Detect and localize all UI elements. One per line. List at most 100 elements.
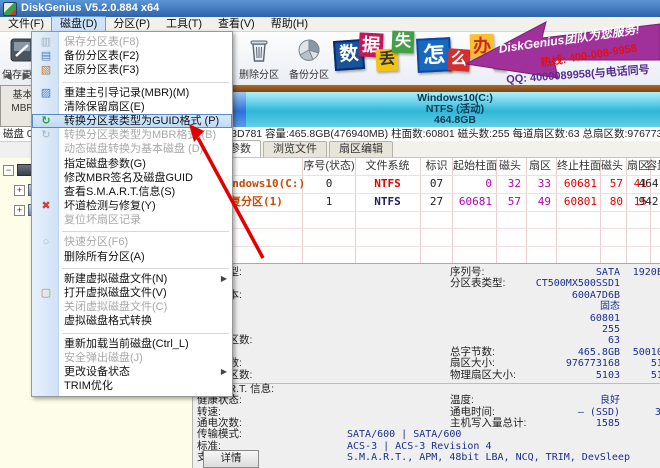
disk-menu-item[interactable]: 重新加载当前磁盘(Ctrl_L) ▶: [32, 337, 232, 351]
disk-menu-item[interactable]: ▶: [32, 227, 232, 235]
header-end-head: 磁头: [601, 158, 623, 175]
disk-menu-item[interactable]: 查看S.M.A.R.T.信息(S) ▶: [32, 185, 232, 199]
disk-menu-item[interactable]: 快速分区(F6) ▶: [32, 235, 232, 249]
partition-table: 序号(状态) 文件系统 标识 起始柱面 磁头 扇区 终止柱面 磁头 扇区 容量 …: [193, 158, 660, 263]
backup-partition-label: 备份分区: [285, 66, 333, 81]
disk-menu-item[interactable]: 重建主引导记录(MBR)(M) ▶: [32, 86, 232, 100]
menu-item-icon: [37, 286, 55, 300]
menubar-item[interactable]: 磁盘(D): [52, 17, 105, 31]
submenu-arrow-icon: ▶: [221, 365, 227, 379]
cell-start-sec: 49: [527, 193, 551, 210]
disk-menu-item[interactable]: 更改设备状态 ▶: [32, 365, 232, 379]
pie-icon: [295, 36, 323, 64]
tab-label: 浏览文件: [273, 143, 317, 155]
backup-partition-button[interactable]: 备份分区: [285, 33, 333, 83]
menu-item-icon: [37, 63, 55, 77]
menubar-item[interactable]: 帮助(H): [263, 17, 316, 31]
disk-menu-item[interactable]: 新建虚拟磁盘文件(N) ▶: [32, 272, 232, 286]
detail-value: 7486 GB: [513, 418, 660, 429]
disk-menu-item[interactable]: 指定磁盘参数(G) ▶: [32, 157, 232, 171]
detail-value: S.M.A.R.T., APM, 48bit LBA, NCQ, TRIM, D…: [347, 452, 630, 463]
header-filesystem: 文件系统: [356, 158, 419, 175]
menubar-item-label: 帮助(H): [271, 18, 308, 30]
disk-menu-item[interactable]: 打开虚拟磁盘文件(V) ▶: [32, 286, 232, 300]
menu-item-label: 重新加载当前磁盘(Ctrl_L): [64, 338, 189, 350]
prev-disk-button[interactable]: ◀: [4, 71, 16, 82]
menubar-item[interactable]: 查看(V): [210, 17, 263, 31]
disk-menu-item[interactable]: 关闭虚拟磁盘文件(C) ▶: [32, 300, 232, 314]
disk-menu-item[interactable]: 动态磁盘转换为基本磁盘 (D) ▶: [32, 142, 232, 156]
detail-label: 温度:: [450, 395, 474, 406]
tab[interactable]: 扇区编辑: [329, 141, 393, 157]
delete-partition-button[interactable]: 删除分区: [235, 33, 283, 83]
menu-item-icon: [37, 49, 55, 63]
table-row[interactable]: Windows10(C:) 0 NTFS 07 0 32 33 60681 57…: [193, 175, 660, 192]
app-logo-icon: [3, 2, 17, 16]
detail-value: 600A7D6B: [313, 290, 620, 301]
disk-menu-item[interactable]: TRIM优化 ▶: [32, 379, 232, 393]
disk-menu-item[interactable]: 删除所有分区(A) ▶: [32, 250, 232, 264]
disk-nav: ◀ ▶: [4, 71, 34, 82]
disk-menu-item[interactable]: 虚拟磁盘格式转换 ▶: [32, 314, 232, 328]
detail-value: MBR: [513, 278, 660, 289]
detail-value: 512 Bytes: [513, 358, 660, 369]
menu-item-label: 删除所有分区(A): [64, 251, 145, 263]
menubar-item-label: 分区(P): [113, 18, 150, 30]
disk-menu-item[interactable]: ▶: [32, 264, 232, 272]
menu-item-icon: [37, 235, 55, 249]
disk-menu-item[interactable]: ▶: [32, 329, 232, 337]
disk-menu-item[interactable]: 转换分区表类型为MBR格式 (B) ▶: [32, 128, 232, 142]
cell-end-cyl: 60681: [557, 175, 597, 192]
header-start-cyl: 起始柱面: [453, 158, 492, 175]
menu-item-label: 新建虚拟磁盘文件(N): [64, 273, 167, 285]
disk-menu-item[interactable]: 修改MBR签名及磁盘GUID ▶: [32, 171, 232, 185]
table-row[interactable]: 恢复分区(1) 1 NTFS 27 60681 57 49 60801 80 1…: [193, 193, 660, 210]
menu-item-label: 虚拟磁盘格式转换: [64, 315, 152, 327]
detail-value: 512 Bytes: [513, 370, 660, 381]
row-divider: [193, 246, 660, 247]
cell-start-cyl: 60681: [453, 193, 492, 210]
detail-row: 磁头数: 255: [193, 324, 660, 335]
detail-value: 固态: [313, 301, 620, 312]
window-title: DiskGenius V5.2.0.884 x64: [21, 0, 159, 17]
header-index: 序号(状态): [303, 158, 355, 175]
collapse-icon[interactable]: −: [3, 165, 14, 176]
detail-row: 固件版本: 600A7D6B: [193, 290, 660, 301]
menubar-item-label: 磁盘(D): [60, 18, 97, 30]
detail-label: 扇区大小:: [450, 358, 495, 369]
menu-item-icon: [37, 114, 55, 128]
menubar-item[interactable]: 工具(T): [158, 17, 210, 31]
menubar-item-label: 查看(V): [218, 18, 255, 30]
detail-row: 容量: 465.8GB 总字节数: 500107862016: [193, 347, 660, 358]
header-capacity: 容量: [633, 158, 660, 175]
menu-item-label: 重建主引导记录(MBR)(M): [64, 87, 189, 99]
menubar-item-label: 文件(F): [8, 18, 44, 30]
disk-menu-item[interactable]: 备份分区表(F2) ▶: [32, 49, 232, 63]
disk-menu-item[interactable]: 还原分区表(F3) ▶: [32, 63, 232, 77]
disk-menu-item[interactable]: 坏道检测与修复(Y) ▶: [32, 199, 232, 213]
menu-item-label: 复位坏扇区记录: [64, 214, 141, 226]
tab-label: 扇区编辑: [339, 143, 383, 155]
cell-start-cyl: 0: [453, 175, 492, 192]
disk-menu-item[interactable]: ▶: [32, 78, 232, 86]
disk-menu-item[interactable]: 安全弹出磁盘(J) ▶: [32, 351, 232, 365]
cell-end-cyl: 60801: [557, 193, 597, 210]
cell-id: 07: [421, 175, 452, 192]
menubar-item[interactable]: 文件(F): [0, 17, 52, 31]
detail-label: 物理扇区大小:: [450, 370, 516, 381]
table-header-row: 序号(状态) 文件系统 标识 起始柱面 磁头 扇区 终止柱面 磁头 扇区 容量: [193, 158, 660, 175]
expand-icon[interactable]: +: [14, 205, 25, 216]
smart-details-button[interactable]: 详情: [203, 450, 259, 468]
header-start-head: 磁头: [497, 158, 521, 175]
menubar-item[interactable]: 分区(P): [105, 17, 158, 31]
cell-start-head: 57: [497, 193, 521, 210]
header-id: 标识: [421, 158, 452, 175]
detail-row: 转速: 固态: [193, 301, 660, 312]
disk-menu-item[interactable]: 清除保留扇区(E) ▶: [32, 100, 232, 114]
disk-menu-item[interactable]: 保存分区表(F8) ▶: [32, 35, 232, 49]
disk-menu-item[interactable]: 转换分区表类型为GUID格式 (P) ▶: [32, 114, 232, 128]
tab[interactable]: 浏览文件: [263, 141, 327, 157]
disk-menu-item[interactable]: 复位坏扇区记录 ▶: [32, 213, 232, 227]
menu-item-label: 保存分区表(F8): [64, 36, 139, 48]
expand-icon[interactable]: +: [14, 185, 25, 196]
